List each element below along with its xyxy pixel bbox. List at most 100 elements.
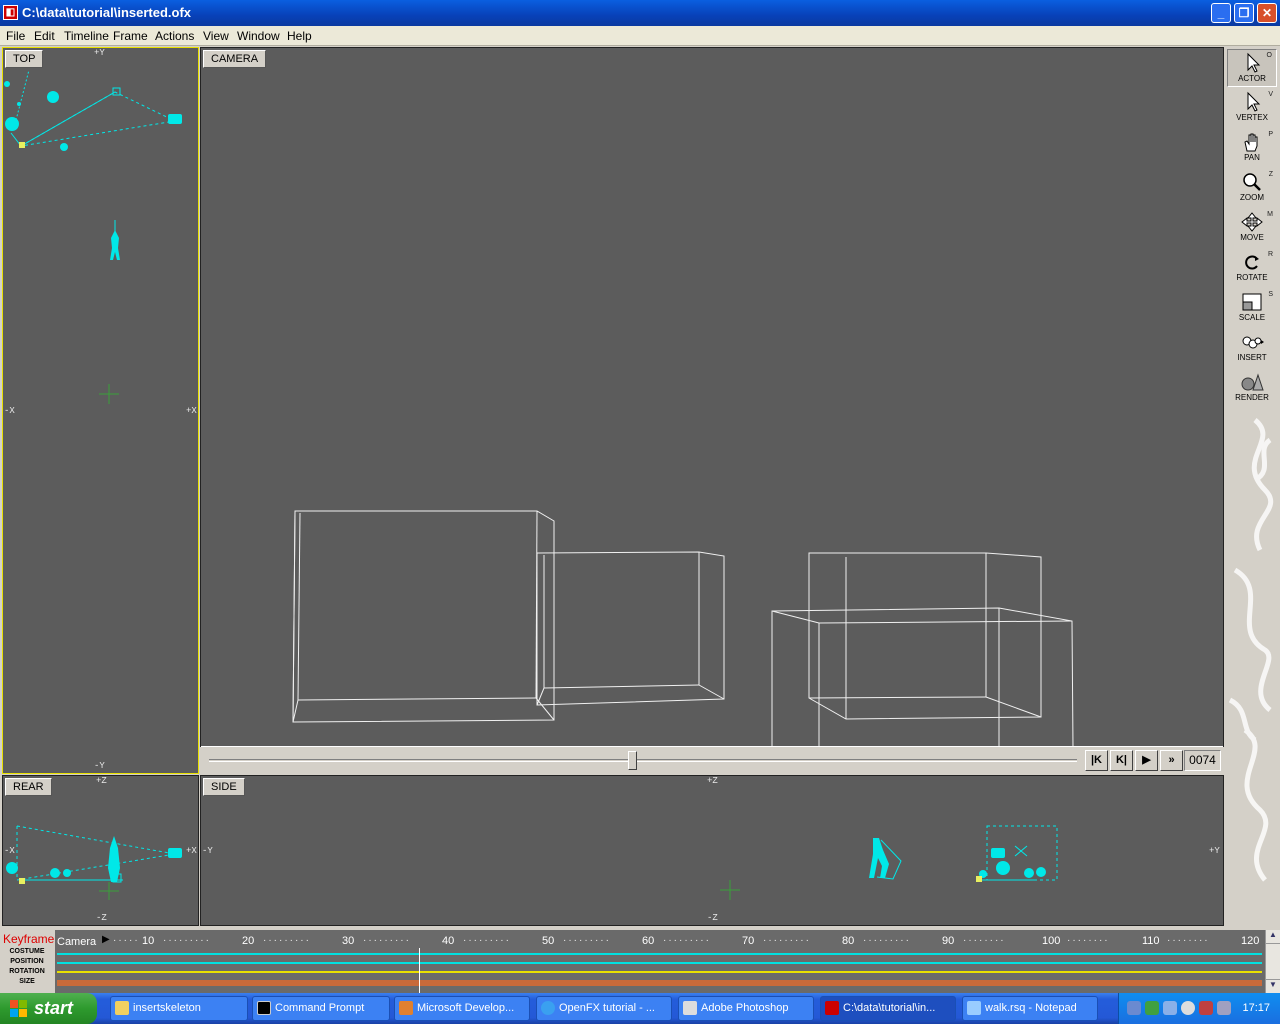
row-label-rotation: ROTATION	[9, 968, 45, 975]
scroll-down-icon[interactable]: ▼	[1266, 979, 1280, 993]
frame-slider-track[interactable]	[209, 759, 1077, 762]
menu-timeline[interactable]: Timeline	[64, 29, 109, 43]
menu-help[interactable]: Help	[287, 29, 312, 43]
tool-insert[interactable]: INSERT	[1227, 329, 1277, 367]
tick-label: 70	[742, 935, 755, 947]
menu-edit[interactable]: Edit	[34, 29, 55, 43]
system-tray: 17:17	[1118, 993, 1280, 1024]
tick-label: 110	[1142, 935, 1160, 947]
app-icon[interactable]: ◧	[3, 5, 18, 20]
menu-frame[interactable]: Frame	[113, 29, 148, 43]
frame-slider-thumb[interactable]	[628, 751, 637, 770]
devstudio-icon	[399, 1001, 413, 1015]
minimize-button[interactable]: _	[1211, 3, 1231, 23]
row-label-size: SIZE	[19, 978, 35, 985]
taskbar-item-label: OpenFX tutorial - ...	[559, 1002, 655, 1014]
tool-label: ROTATE	[1236, 273, 1268, 282]
top-viewport[interactable]: TOP +Y -Y -X +X	[2, 47, 199, 774]
tick-label: 30	[342, 935, 355, 947]
tool-scale[interactable]: SCALE S	[1227, 289, 1277, 327]
playback-bar: |K K| ▶ » 0074	[201, 746, 1223, 773]
taskbar-item-label: walk.rsq - Notepad	[985, 1002, 1077, 1014]
tool-label: ACTOR	[1238, 74, 1266, 83]
costume-track-line[interactable]	[57, 953, 1262, 955]
keyframer-scrollbar[interactable]: ▲ ▼	[1265, 930, 1280, 993]
start-button[interactable]: start	[0, 993, 97, 1024]
camera-view-scene	[292, 510, 1074, 748]
track-expand-arrow-icon[interactable]: ▶	[102, 934, 110, 945]
menu-actions[interactable]: Actions	[155, 29, 194, 43]
tool-pan[interactable]: PAN P	[1227, 129, 1277, 167]
tool-move[interactable]: MOVE M	[1227, 209, 1277, 247]
tool-shortcut: P	[1268, 131, 1273, 138]
title-bar: ◧ C:\data\tutorial\inserted.ofx _ ❐ ✕	[0, 0, 1280, 26]
taskbar-item-photoshop[interactable]: Adobe Photoshop	[678, 996, 814, 1021]
taskbar-item-openfx-tutorial[interactable]: OpenFX tutorial - ...	[536, 996, 672, 1021]
window-title: C:\data\tutorial\inserted.ofx	[22, 5, 192, 20]
play-button[interactable]: ▶	[1135, 750, 1158, 771]
first-frame-button[interactable]: |K	[1085, 750, 1108, 771]
menu-view[interactable]: View	[203, 29, 229, 43]
tool-shortcut: Z	[1268, 171, 1273, 178]
fast-forward-button[interactable]: »	[1160, 750, 1183, 771]
notepad-icon	[967, 1001, 981, 1015]
rotate-icon	[1245, 255, 1259, 270]
tick-label: 100	[1042, 935, 1061, 947]
frame-dots: ·········	[863, 935, 911, 946]
keyframer-title: Keyframer	[3, 932, 59, 946]
taskbar-item-dev-studio[interactable]: Microsoft Develop...	[394, 996, 530, 1021]
tool-label: SCALE	[1238, 313, 1266, 322]
hand-icon	[1244, 133, 1258, 152]
photoshop-icon	[683, 1001, 697, 1015]
taskbar-item-command-prompt[interactable]: Command Prompt	[252, 996, 390, 1021]
openfx-icon	[825, 1001, 839, 1015]
side-viewport[interactable]: SIDE +Z -Z -Y +Y	[200, 775, 1224, 926]
prev-key-button[interactable]: K|	[1110, 750, 1133, 771]
tick-label: 60	[642, 935, 655, 947]
taskbar: start insertskeleton Command Prompt Micr…	[0, 993, 1280, 1024]
position-track-line[interactable]	[57, 962, 1262, 964]
cmd-icon	[257, 1001, 271, 1015]
taskbar-item-label: C:\data\tutorial\in...	[843, 1002, 936, 1014]
taskbar-item-insertskeleton[interactable]: insertskeleton	[110, 996, 248, 1021]
size-track-line[interactable]	[57, 980, 1262, 986]
frame-dots: ········	[1167, 935, 1210, 946]
menu-file[interactable]: File	[6, 29, 25, 43]
taskbar-item-openfx[interactable]: C:\data\tutorial\in...	[820, 996, 956, 1021]
tool-zoom[interactable]: ZOOM Z	[1227, 169, 1277, 207]
keyframer-timeline[interactable]: Camera ▶ ····· 10 ········· 20 ·········…	[55, 930, 1265, 993]
close-button[interactable]: ✕	[1257, 3, 1277, 23]
track-name[interactable]: Camera	[57, 936, 96, 948]
scroll-up-icon[interactable]: ▲	[1266, 930, 1280, 944]
tray-app-icon[interactable]	[1181, 1001, 1195, 1015]
tool-shortcut: M	[1267, 211, 1273, 218]
tray-app-icon[interactable]	[1145, 1001, 1159, 1015]
folder-icon	[115, 1001, 129, 1015]
tool-label: PAN	[1244, 153, 1260, 162]
row-label-position: POSITION	[10, 958, 44, 965]
camera-viewport[interactable]: CAMERA	[200, 47, 1224, 748]
clock[interactable]: 17:17	[1242, 1002, 1270, 1014]
menu-window[interactable]: Window	[237, 29, 280, 43]
restore-button[interactable]: ❐	[1234, 3, 1254, 23]
tool-shortcut: S	[1268, 291, 1273, 298]
tool-label: VERTEX	[1236, 113, 1268, 122]
rotation-track-line[interactable]	[57, 971, 1262, 973]
insert-icon	[1242, 336, 1264, 349]
network-icon[interactable]	[1127, 1001, 1141, 1015]
current-frame-marker[interactable]	[419, 948, 420, 993]
taskbar-item-label: Adobe Photoshop	[701, 1002, 789, 1014]
menu-bar: File Edit Timeline Frame Actions View Wi…	[0, 26, 1280, 46]
tool-actor[interactable]: ACTOR O	[1227, 49, 1277, 87]
rear-viewport[interactable]: REAR +Z -Z -X +X	[2, 775, 199, 926]
tool-rotate[interactable]: ROTATE R	[1227, 249, 1277, 287]
tray-app-icon[interactable]	[1199, 1001, 1213, 1015]
tool-shortcut: V	[1268, 91, 1273, 98]
frame-counter[interactable]: 0074	[1184, 750, 1221, 771]
side-view-scene	[720, 825, 1058, 900]
tool-vertex[interactable]: VERTEX V	[1227, 89, 1277, 127]
tick-label: 80	[842, 935, 855, 947]
taskbar-item-notepad[interactable]: walk.rsq - Notepad	[962, 996, 1098, 1021]
volume-icon[interactable]	[1217, 1001, 1231, 1015]
tray-app-icon[interactable]	[1163, 1001, 1177, 1015]
